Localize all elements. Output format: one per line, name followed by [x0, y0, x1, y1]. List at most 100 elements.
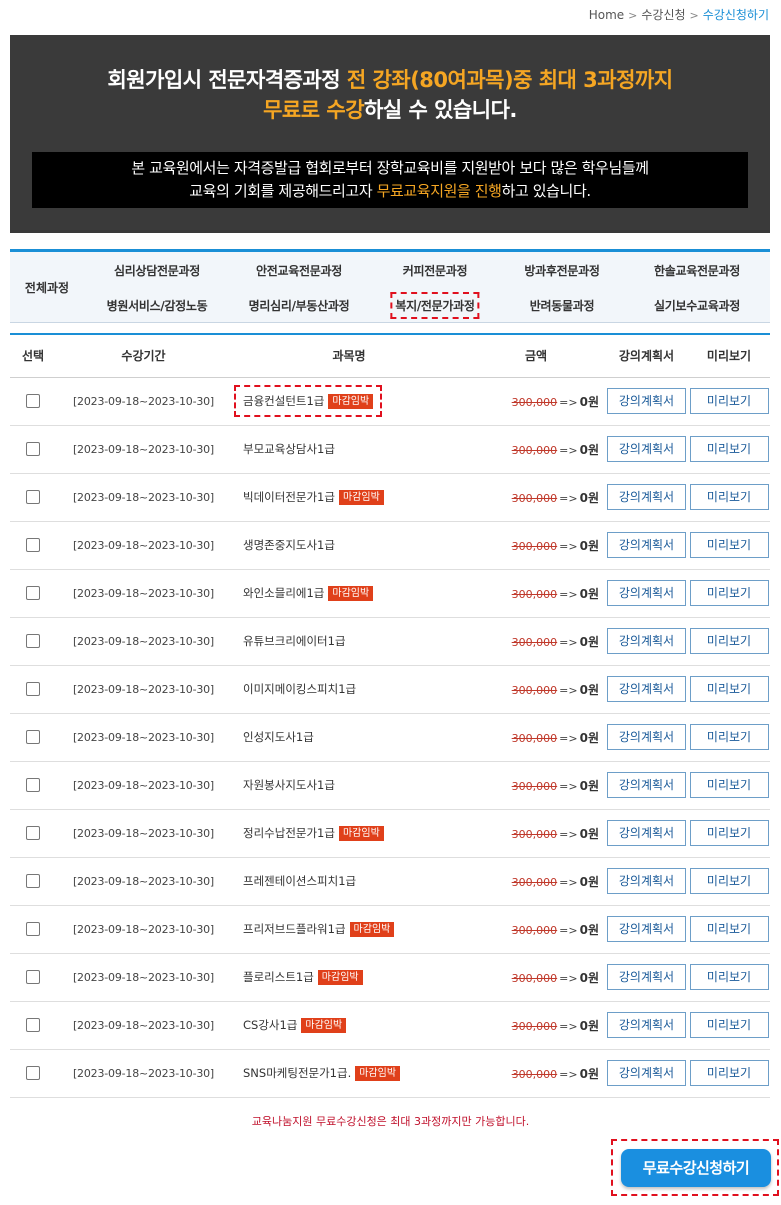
- syllabus-button[interactable]: 강의계획서: [607, 1012, 686, 1038]
- deadline-badge: 마감임박: [301, 1018, 347, 1033]
- preview-cell: 미리보기: [688, 521, 770, 570]
- course-checkbox[interactable]: [26, 634, 40, 648]
- category-pet[interactable]: 반려동물과정: [530, 297, 595, 314]
- preview-cell: 미리보기: [688, 857, 770, 906]
- course-name-cell: 이미지메이킹스피치1급: [231, 665, 467, 714]
- syllabus-button[interactable]: 강의계획서: [607, 388, 686, 414]
- preview-button[interactable]: 미리보기: [689, 724, 769, 750]
- preview-button[interactable]: 미리보기: [689, 580, 769, 606]
- preview-button[interactable]: 미리보기: [689, 916, 769, 942]
- category-welfare-expert[interactable]: 복지/전문가과정: [390, 292, 480, 319]
- preview-cell: 미리보기: [688, 953, 770, 1002]
- course-price: 300,000 => 0원: [467, 905, 605, 954]
- plan-cell: 강의계획서: [605, 521, 688, 570]
- discounted-price: 0원: [579, 634, 599, 649]
- breadcrumb-home[interactable]: Home: [589, 8, 624, 22]
- table-row: [2023-09-18~2023-10-30] 프리저브드플라워1급 마감임박 300…: [10, 905, 770, 954]
- original-price: 300,000: [511, 539, 558, 553]
- category-hansol-education[interactable]: 한솔교육전문과정: [654, 262, 740, 279]
- preview-button[interactable]: 미리보기: [689, 436, 769, 462]
- deadline-badge: 마감임박: [349, 922, 395, 937]
- select-cell: [10, 425, 56, 474]
- syllabus-button[interactable]: 강의계획서: [607, 916, 686, 942]
- category-myeongri-realestate[interactable]: 명리심리/부동산과정: [249, 297, 350, 314]
- discounted-price: 0원: [579, 586, 599, 601]
- course-price: 300,000 => 0원: [467, 1049, 605, 1098]
- category-psych-counseling[interactable]: 심리상담전문과정: [114, 262, 200, 279]
- headline-highlight: 전 강좌(80여과목)중 최대 3과정까지: [346, 68, 673, 92]
- syllabus-button[interactable]: 강의계획서: [607, 964, 686, 990]
- syllabus-button[interactable]: 강의계획서: [607, 628, 686, 654]
- table-row: [2023-09-18~2023-10-30] 플로리스트1급 마감임박 300,00…: [10, 953, 770, 1002]
- preview-cell: 미리보기: [688, 1001, 770, 1050]
- breadcrumb-current[interactable]: 수강신청하기: [703, 8, 769, 22]
- preview-button[interactable]: 미리보기: [689, 1060, 769, 1086]
- deadline-badge: 마감임박: [328, 586, 374, 601]
- course-name-cell: SNS마케팅전문가1급. 마감임박: [231, 1049, 467, 1098]
- syllabus-button[interactable]: 강의계획서: [607, 436, 686, 462]
- course-checkbox[interactable]: [26, 730, 40, 744]
- syllabus-button[interactable]: 강의계획서: [607, 724, 686, 750]
- course-checkbox[interactable]: [26, 442, 40, 456]
- syllabus-button[interactable]: 강의계획서: [607, 1060, 686, 1086]
- course-checkbox[interactable]: [26, 970, 40, 984]
- preview-button[interactable]: 미리보기: [689, 484, 769, 510]
- category-all[interactable]: 전체과정: [10, 252, 84, 323]
- category-after-school[interactable]: 방과후전문과정: [524, 262, 599, 279]
- price-arrow: =>: [559, 1067, 578, 1081]
- course-checkbox[interactable]: [26, 538, 40, 552]
- course-checkbox[interactable]: [26, 1018, 40, 1032]
- discounted-price: 0원: [579, 730, 599, 745]
- course-name-cell: 빅데이터전문가1급 마감임박: [231, 473, 467, 522]
- course-name: CS강사1급: [243, 1018, 298, 1032]
- plan-cell: 강의계획서: [605, 857, 688, 906]
- syllabus-button[interactable]: 강의계획서: [607, 676, 686, 702]
- breadcrumb-parent[interactable]: 수강신청: [641, 8, 685, 22]
- course-checkbox[interactable]: [26, 394, 40, 408]
- preview-button[interactable]: 미리보기: [689, 628, 769, 654]
- course-name: 프레젠테이션스피치1급: [243, 874, 357, 888]
- preview-button[interactable]: 미리보기: [689, 820, 769, 846]
- course-checkbox[interactable]: [26, 586, 40, 600]
- preview-cell: 미리보기: [688, 569, 770, 618]
- category-safety-education[interactable]: 안전교육전문과정: [256, 262, 342, 279]
- preview-button[interactable]: 미리보기: [689, 772, 769, 798]
- course-checkbox[interactable]: [26, 682, 40, 696]
- syllabus-button[interactable]: 강의계획서: [607, 868, 686, 894]
- price-arrow: =>: [559, 827, 578, 841]
- preview-cell: 미리보기: [688, 1049, 770, 1098]
- course-checkbox[interactable]: [26, 826, 40, 840]
- preview-button[interactable]: 미리보기: [689, 532, 769, 558]
- course-name-cell: 유튜브크리에이터1급: [231, 617, 467, 666]
- table-row: [2023-09-18~2023-10-30] 와인소믈리에1급 마감임박 300,0…: [10, 569, 770, 618]
- course-price: 300,000 => 0원: [467, 809, 605, 858]
- course-name: 생명존중지도사1급: [243, 538, 335, 552]
- course-checkbox[interactable]: [26, 874, 40, 888]
- course-name-cell: 인성지도사1급: [231, 713, 467, 762]
- preview-button[interactable]: 미리보기: [689, 1012, 769, 1038]
- course-name-cell: CS강사1급 마감임박: [231, 1001, 467, 1050]
- free-enroll-button[interactable]: 무료수강신청하기: [621, 1149, 771, 1187]
- course-checkbox[interactable]: [26, 1066, 40, 1080]
- syllabus-button[interactable]: 강의계획서: [607, 532, 686, 558]
- category-hospital-service[interactable]: 병원서비스/감정노동: [107, 297, 208, 314]
- select-cell: [10, 809, 56, 858]
- preview-button[interactable]: 미리보기: [689, 964, 769, 990]
- category-practical-refresher[interactable]: 실기보수교육과정: [654, 297, 740, 314]
- course-name-cell: 플로리스트1급 마감임박: [231, 953, 467, 1002]
- discounted-price: 0원: [579, 826, 599, 841]
- preview-button[interactable]: 미리보기: [689, 388, 769, 414]
- syllabus-button[interactable]: 강의계획서: [607, 820, 686, 846]
- syllabus-button[interactable]: 강의계획서: [607, 484, 686, 510]
- preview-button[interactable]: 미리보기: [689, 868, 769, 894]
- syllabus-button[interactable]: 강의계획서: [607, 580, 686, 606]
- syllabus-button[interactable]: 강의계획서: [607, 772, 686, 798]
- deadline-badge: 마감임박: [317, 970, 363, 985]
- course-checkbox[interactable]: [26, 922, 40, 936]
- category-coffee[interactable]: 커피전문과정: [403, 262, 468, 279]
- course-name-wrap: 프리저브드플라워1급 마감임박: [239, 918, 398, 940]
- preview-button[interactable]: 미리보기: [689, 676, 769, 702]
- course-checkbox[interactable]: [26, 778, 40, 792]
- course-table: 선택 수강기간 과목명 금액 강의계획서 미리보기 [2023-09-18~20…: [10, 333, 770, 1098]
- course-checkbox[interactable]: [26, 490, 40, 504]
